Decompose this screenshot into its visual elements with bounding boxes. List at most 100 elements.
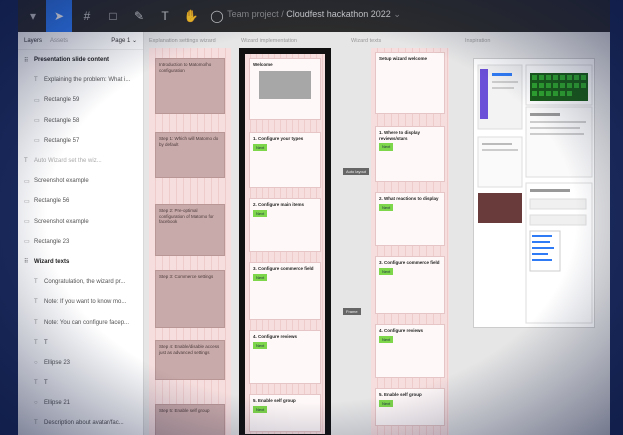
wizard-card[interactable]: 5. Enable self group Next [249,394,321,432]
layer-label: Note: If you want to know mo... [44,299,127,306]
wizard-card[interactable]: 2. Configure main items Next [249,198,321,252]
frame-label-wizard[interactable]: Wizard implementation [241,38,297,44]
wizard-card[interactable]: 3. Configure commerce field Next [375,256,445,314]
next-button[interactable]: Next [379,203,394,211]
layer-label: Rectangle 58 [44,117,80,124]
wizard-card[interactable]: 1. Where to display reviews/stars Next [375,126,445,182]
canvas[interactable]: Explanation settings wizard Wizard imple… [145,32,610,435]
card-title: 1. Where to display reviews/stars [379,130,421,141]
layer-type-icon: T [24,158,28,165]
wizard-texts-frame[interactable]: Setup wizard welcome 1. Where to display … [371,48,449,435]
layers-panel-header: Layers Assets Page 1 ⌄ [18,32,143,50]
inspiration-screenshots [477,64,593,324]
title-separator: / [281,9,284,19]
wizard-card[interactable]: 4. Configure reviews Next [249,330,321,384]
layer-row[interactable]: ▭ Rectangle 56 [18,191,143,211]
layer-label: Wizard texts [34,258,70,265]
layer-row[interactable]: ▭ Screenshot example [18,212,143,232]
wizard-card[interactable]: Setup wizard welcome [375,52,445,114]
layer-label: Rectangle 56 [34,198,70,205]
wizard-frame[interactable]: Welcome 1. Configure your types Next 2. Con… [239,48,331,435]
explanation-step[interactable]: Introduction to Matomo/ho configuration [155,58,225,114]
layer-row[interactable]: T Note: You can configure facep... [18,312,143,332]
layer-label: Note: You can configure facep... [44,319,130,326]
layer-row[interactable]: T Description about avatar/fac... [18,413,143,433]
next-button[interactable]: Next [379,143,394,151]
tab-assets[interactable]: Assets [50,38,68,44]
layer-row[interactable]: ○ Ellipse 23 [18,353,143,373]
card-title: 4. Configure reviews [379,328,424,333]
layer-row[interactable]: ⠿ Presentation slide content [18,50,143,70]
frame-label-wizard-texts[interactable]: Wizard texts [351,38,381,44]
frame-label-inspiration[interactable]: Inspiration [465,38,490,44]
next-button[interactable]: Next [253,405,268,413]
layer-label: Explaining the problem: What i... [44,77,131,84]
layout-tag: Auto layout [343,168,370,175]
layer-type-icon: T [34,299,38,306]
layer-row[interactable]: ▭ Rectangle 59 [18,90,143,110]
wizard-card[interactable]: 4. Configure reviews Next [375,324,445,378]
layer-type-icon: T [34,279,38,286]
layer-row[interactable]: ⠿ Wizard texts [18,252,143,272]
next-button[interactable]: Next [253,143,268,151]
page-selector[interactable]: Page 1 ⌄ [111,37,137,44]
layer-type-icon: ▭ [34,97,40,104]
layer-type-icon: T [34,339,38,346]
team-name: Team project [227,9,279,19]
layer-type-icon: T [34,77,38,84]
explanation-step[interactable]: Step 4: Enable/disable access just as ad… [155,340,225,380]
layer-row[interactable]: T Explaining the problem: What i... [18,70,143,90]
layer-type-icon: T [34,380,38,387]
card-title: Welcome [253,62,273,67]
explanation-step[interactable]: Step 2: Pre-optimal configuration of Mat… [155,204,225,256]
layer-label: Presentation slide content [34,57,110,64]
card-title: 4. Configure reviews [253,334,298,339]
layer-label: T [44,380,48,387]
inspiration-frame[interactable] [473,58,595,328]
layer-row[interactable]: T Congratulation, the wizard pr... [18,272,143,292]
next-button[interactable]: Next [379,335,394,343]
layer-row[interactable]: ▭ Rectangle 57 [18,131,143,151]
frame-label-explanation[interactable]: Explanation settings wizard [149,38,216,44]
layer-row[interactable]: ○ Ellipse 21 [18,393,143,413]
wizard-frame-inner: Welcome 1. Configure your types Next 2. Con… [245,54,325,434]
tab-layers[interactable]: Layers [24,38,42,44]
wizard-card[interactable]: Welcome [249,58,321,120]
layer-label: Rectangle 57 [44,137,80,144]
layer-type-icon: ⠿ [24,259,29,266]
explanation-step[interactable]: Step 1: Which will Matomo do by default [155,132,225,178]
wizard-card[interactable]: 1. Configure your types Next [249,132,321,188]
explanation-frame[interactable]: Introduction to Matomo/ho configuration S… [149,48,231,435]
layer-label: Screenshot example [34,218,89,225]
layer-row[interactable]: ▭ Rectangle 58 [18,111,143,131]
layer-row[interactable]: TT [18,373,143,393]
next-button[interactable]: Next [253,341,268,349]
layer-row[interactable]: ▭ Screenshot example [18,171,143,191]
figma-window: ▾ ➤ # □ ✎ T ✋ ◯ Team project / Cloudfest… [18,0,610,435]
next-button[interactable]: Next [379,267,394,275]
file-name: Cloudfest hackathon 2022 [286,9,391,19]
layer-type-icon: ▭ [34,118,40,125]
layer-row[interactable]: T Auto Wizard set the wiz... [18,151,143,171]
layer-row[interactable]: TT [18,333,143,353]
layer-type-icon: T [34,319,38,326]
next-button[interactable]: Next [253,273,268,281]
explanation-step[interactable]: Step 3: Commerce settings [155,270,225,328]
wizard-card[interactable]: 2. What reactions to display Next [375,192,445,246]
file-title[interactable]: Team project / Cloudfest hackathon 2022 … [18,9,610,20]
next-button[interactable]: Next [379,399,394,407]
layer-row[interactable]: ▭ Rectangle 23 [18,232,143,252]
next-button[interactable]: Next [253,209,268,217]
layer-row[interactable]: T Note: If you want to know mo... [18,292,143,312]
layer-type-icon: ○ [34,359,38,366]
explanation-step[interactable]: Step 5: Enable self group [155,404,225,435]
layer-type-icon: ▭ [24,219,30,226]
chevron-down-icon[interactable]: ⌄ [393,9,401,19]
layer-label: Rectangle 59 [44,97,80,104]
toolbar: ▾ ➤ # □ ✎ T ✋ ◯ Team project / Cloudfest… [18,0,610,32]
layer-type-icon: ○ [34,400,38,407]
layer-label: Auto Wizard set the wiz... [34,158,102,165]
wizard-card[interactable]: 3. Configure commerce field Next [249,262,321,320]
card-title: 1. Configure your types [253,136,304,141]
wizard-card[interactable]: 5. Enable self group Next [375,388,445,426]
